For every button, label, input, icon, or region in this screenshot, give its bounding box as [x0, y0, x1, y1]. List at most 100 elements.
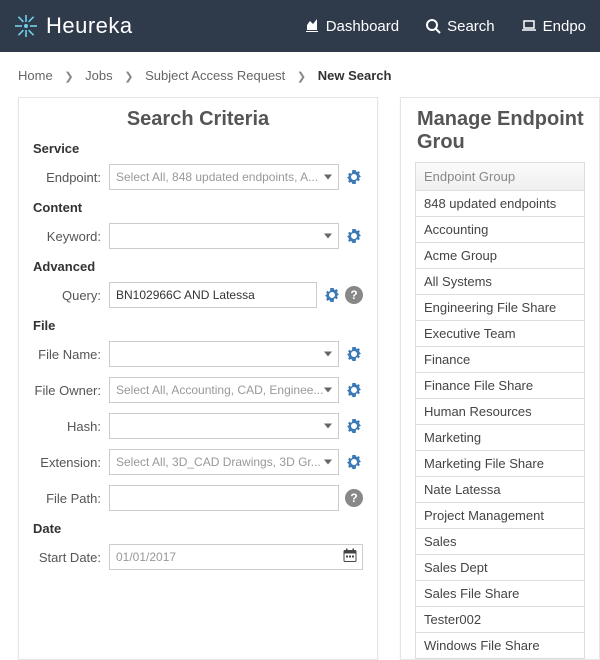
row-file-owner: File Owner: Select All, Accounting, CAD,… — [33, 377, 363, 403]
row-file-path: File Path: ? — [33, 485, 363, 511]
caret-down-icon — [324, 388, 332, 393]
nav-search[interactable]: Search — [425, 18, 495, 35]
group-row[interactable]: Sales — [415, 529, 585, 555]
group-row[interactable]: Human Resources — [415, 399, 585, 425]
crumb-current: New Search — [318, 68, 392, 83]
group-row[interactable]: Acme Group — [415, 243, 585, 269]
group-row[interactable]: Finance File Share — [415, 373, 585, 399]
group-row[interactable]: Marketing — [415, 425, 585, 451]
crumb-home[interactable]: Home — [18, 68, 53, 83]
label-query: Query: — [33, 288, 109, 303]
gear-icon[interactable] — [345, 168, 363, 186]
chevron-right-icon: ❯ — [297, 70, 306, 83]
crumb-jobs[interactable]: Jobs — [85, 68, 112, 83]
breadcrumb: Home ❯ Jobs ❯ Subject Access Request ❯ N… — [0, 52, 600, 97]
query-input-text: BN102966C AND Latessa — [116, 288, 255, 302]
gear-icon[interactable] — [345, 381, 363, 399]
group-row[interactable]: Finance — [415, 347, 585, 373]
group-row[interactable]: Engineering File Share — [415, 295, 585, 321]
group-row[interactable]: Nate Latessa — [415, 477, 585, 503]
groups-list: 848 updated endpointsAccountingAcme Grou… — [415, 191, 585, 659]
content: Search Criteria Service Endpoint: Select… — [0, 97, 600, 660]
section-advanced: Advanced — [33, 259, 363, 274]
file-path-input[interactable] — [109, 485, 339, 511]
nav-items: Dashboard Search Endpo — [304, 18, 586, 35]
group-row[interactable]: Sales Dept — [415, 555, 585, 581]
label-endpoint: Endpoint: — [33, 170, 109, 185]
chevron-right-icon: ❯ — [64, 70, 73, 83]
group-row[interactable]: Project Management — [415, 503, 585, 529]
nav-endpoints[interactable]: Endpo — [521, 18, 586, 35]
extension-select[interactable]: Select All, 3D_CAD Drawings, 3D Gr... — [109, 449, 339, 475]
keyword-select[interactable] — [109, 223, 339, 249]
label-file-name: File Name: — [33, 347, 109, 362]
row-file-name: File Name: — [33, 341, 363, 367]
group-row[interactable]: Sales File Share — [415, 581, 585, 607]
brand-logo-icon — [14, 14, 38, 38]
caret-down-icon — [324, 234, 332, 239]
nav-search-label: Search — [447, 18, 495, 35]
row-extension: Extension: Select All, 3D_CAD Drawings, … — [33, 449, 363, 475]
gear-icon[interactable] — [345, 227, 363, 245]
group-row[interactable]: 848 updated endpoints — [415, 191, 585, 217]
label-start-date: Start Date: — [33, 550, 109, 565]
gear-icon[interactable] — [345, 345, 363, 363]
panel-title: Search Criteria — [33, 108, 363, 131]
groups-title: Manage Endpoint Grou — [417, 108, 585, 154]
start-date-input[interactable]: 01/01/2017 — [109, 544, 363, 570]
label-extension: Extension: — [33, 455, 109, 470]
brand-text: Heureka — [46, 13, 133, 39]
search-icon — [425, 18, 441, 34]
section-date: Date — [33, 521, 363, 536]
nav-dashboard-label: Dashboard — [326, 18, 399, 35]
hash-select[interactable] — [109, 413, 339, 439]
start-date-text: 01/01/2017 — [116, 550, 176, 564]
query-input[interactable]: BN102966C AND Latessa — [109, 282, 317, 308]
endpoint-select-text: Select All, 848 updated endpoints, A... — [116, 170, 318, 184]
chevron-right-icon: ❯ — [124, 70, 133, 83]
caret-down-icon — [324, 175, 332, 180]
nav-dashboard[interactable]: Dashboard — [304, 18, 399, 35]
search-criteria-panel: Search Criteria Service Endpoint: Select… — [18, 97, 378, 660]
section-file: File — [33, 318, 363, 333]
endpoint-select[interactable]: Select All, 848 updated endpoints, A... — [109, 164, 339, 190]
group-row[interactable]: Accounting — [415, 217, 585, 243]
label-file-path: File Path: — [33, 491, 109, 506]
section-service: Service — [33, 141, 363, 156]
label-file-owner: File Owner: — [33, 383, 109, 398]
gear-icon[interactable] — [345, 417, 363, 435]
caret-down-icon — [324, 424, 332, 429]
row-hash: Hash: — [33, 413, 363, 439]
group-row[interactable]: Marketing File Share — [415, 451, 585, 477]
chart-icon — [304, 18, 320, 34]
row-start-date: Start Date: 01/01/2017 — [33, 544, 363, 570]
file-owner-text: Select All, Accounting, CAD, Enginee... — [116, 383, 323, 397]
caret-down-icon — [324, 352, 332, 357]
label-hash: Hash: — [33, 419, 109, 434]
groups-column-header[interactable]: Endpoint Group — [415, 162, 585, 191]
row-keyword: Keyword: — [33, 223, 363, 249]
gear-icon[interactable] — [323, 286, 341, 304]
group-row[interactable]: All Systems — [415, 269, 585, 295]
nav-endpoints-label: Endpo — [543, 18, 586, 35]
group-row[interactable]: Executive Team — [415, 321, 585, 347]
navbar: Heureka Dashboard Search Endpo — [0, 0, 600, 52]
section-content: Content — [33, 200, 363, 215]
row-endpoint: Endpoint: Select All, 848 updated endpoi… — [33, 164, 363, 190]
file-owner-select[interactable]: Select All, Accounting, CAD, Enginee... — [109, 377, 339, 403]
group-row[interactable]: Tester002 — [415, 607, 585, 633]
help-icon[interactable]: ? — [345, 489, 363, 507]
endpoint-groups-panel: Manage Endpoint Grou Endpoint Group 848 … — [400, 97, 600, 660]
group-row[interactable]: Windows File Share — [415, 633, 585, 659]
brand: Heureka — [14, 13, 133, 39]
file-name-select[interactable] — [109, 341, 339, 367]
extension-text: Select All, 3D_CAD Drawings, 3D Gr... — [116, 455, 321, 469]
help-icon[interactable]: ? — [345, 286, 363, 304]
calendar-icon[interactable] — [342, 548, 358, 567]
laptop-icon — [521, 18, 537, 34]
row-query: Query: BN102966C AND Latessa ? — [33, 282, 363, 308]
gear-icon[interactable] — [345, 453, 363, 471]
crumb-sar[interactable]: Subject Access Request — [145, 68, 285, 83]
caret-down-icon — [324, 460, 332, 465]
label-keyword: Keyword: — [33, 229, 109, 244]
